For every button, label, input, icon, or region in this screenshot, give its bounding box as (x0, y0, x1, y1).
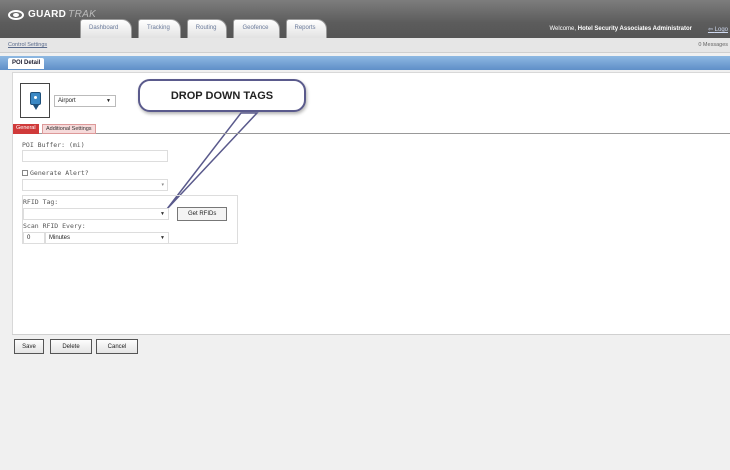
tab-general[interactable]: General (13, 124, 39, 134)
sub-bar: Control Settings 0 Messages (0, 38, 730, 53)
poi-detail-panel: Airport ▼ DROP DOWN TAGS General Additio… (12, 72, 730, 334)
alert-select[interactable]: ▾ (22, 179, 168, 191)
generate-alert-label: Generate Alert? (30, 169, 89, 177)
poi-buffer-input[interactable] (22, 150, 168, 162)
messages-link[interactable]: 0 Messages (698, 42, 728, 48)
rfid-group: RFID Tag: ▼ Get RFIDs Scan RFID Every: 0… (22, 195, 238, 244)
breadcrumb[interactable]: Control Settings (8, 42, 47, 48)
logout-label: Logo (714, 27, 728, 33)
section-bar: POI Detail (0, 56, 730, 70)
get-rfids-button[interactable]: Get RFIDs (177, 207, 228, 221)
generate-alert-checkbox[interactable] (22, 170, 28, 176)
save-button[interactable]: Save (14, 339, 44, 354)
logout-link[interactable]: ⇦ Logo (708, 26, 728, 33)
chevron-down-icon: ▾ (161, 182, 164, 188)
tab-geofence[interactable]: Geofence (233, 19, 280, 38)
delete-button[interactable]: Delete (50, 339, 92, 354)
subtab-strip: General Additional Settings (13, 124, 730, 134)
tab-additional-settings[interactable]: Additional Settings (42, 124, 96, 134)
poi-buffer-label: POI Buffer: (mi) (22, 141, 85, 149)
chevron-down-icon: ▼ (160, 211, 165, 217)
rfid-tag-label: RFID Tag: (23, 198, 59, 206)
welcome-text: Welcome, Hotel Security Associates Admin… (549, 26, 692, 32)
chevron-down-icon: ▼ (106, 98, 111, 104)
logo-text: GUARD (28, 9, 67, 20)
section-title: POI Detail (8, 58, 45, 69)
main-tabs: Dashboard Tracking Routing Geofence Repo… (80, 19, 333, 38)
tab-dashboard[interactable]: Dashboard (80, 19, 132, 38)
scan-unit-select[interactable]: Minutes ▼ (45, 232, 169, 244)
rfid-tag-select[interactable]: ▼ (23, 208, 169, 220)
scan-every-label: Scan RFID Every: (23, 222, 86, 230)
logo-icon (8, 9, 24, 20)
tab-tracking[interactable]: Tracking (138, 19, 181, 38)
footer-divider (12, 334, 730, 335)
cancel-button[interactable]: Cancel (96, 339, 138, 354)
map-pin-icon (30, 92, 41, 110)
poi-type-select[interactable]: Airport ▼ (54, 95, 116, 107)
tab-routing[interactable]: Routing (186, 19, 228, 38)
chevron-down-icon: ▼ (160, 235, 165, 241)
scan-unit-value: Minutes (49, 235, 71, 241)
poi-type-value: Airport (58, 98, 76, 104)
top-bar: GUARD TRAK Dashboard Tracking Routing Ge… (0, 0, 730, 38)
annotation-callout: DROP DOWN TAGS (138, 79, 306, 112)
tab-reports[interactable]: Reports (285, 19, 327, 38)
scan-interval-input[interactable]: 0 (23, 232, 45, 244)
poi-icon-picker[interactable] (20, 83, 50, 118)
welcome-prefix: Welcome, (549, 26, 577, 32)
user-name: Hotel Security Associates Administrator (577, 26, 692, 32)
